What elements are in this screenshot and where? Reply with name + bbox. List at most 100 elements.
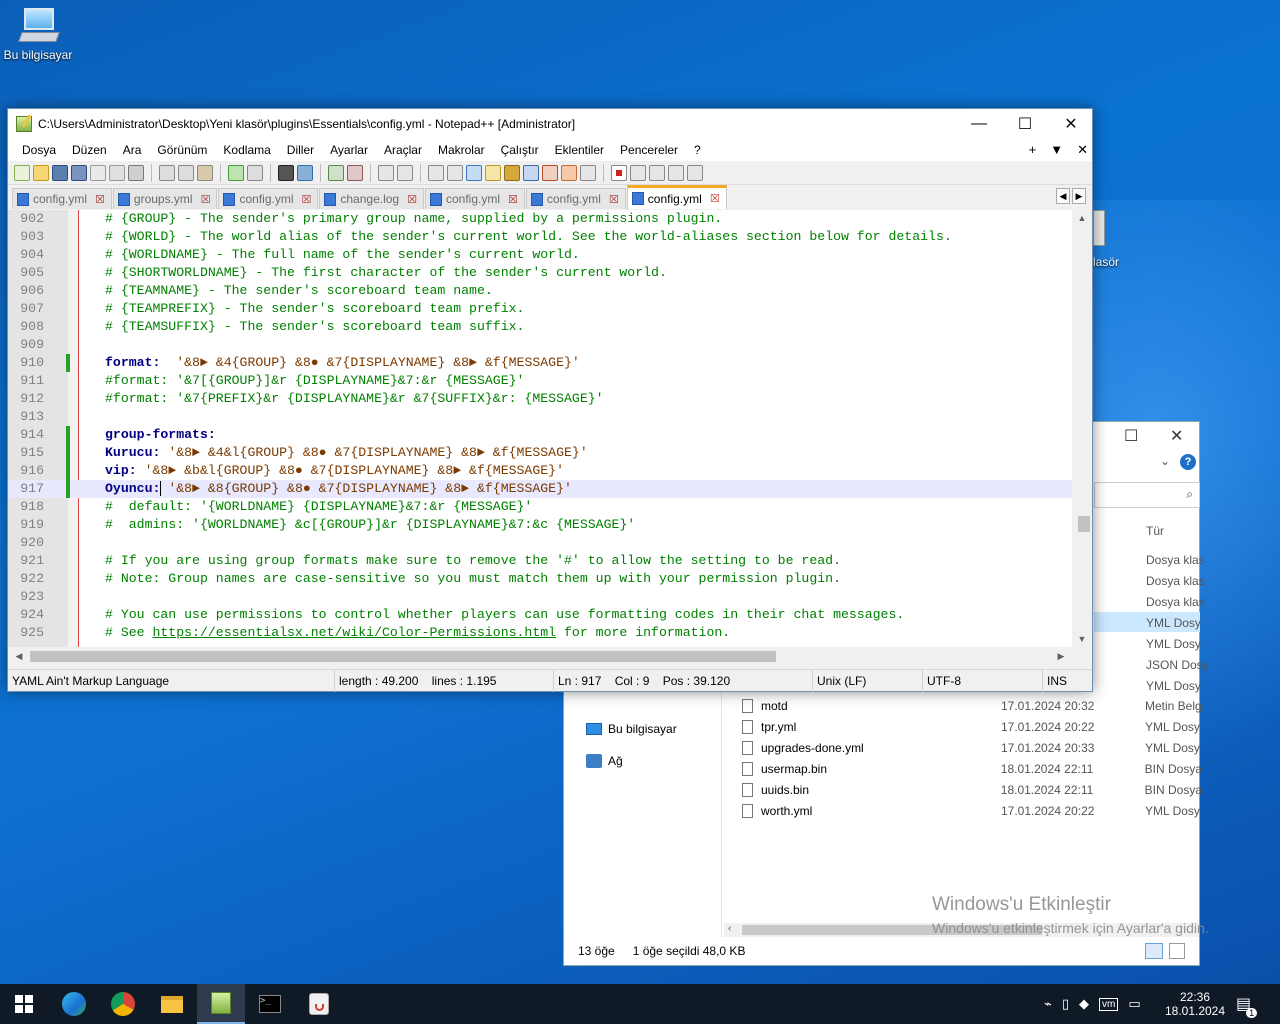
menu-encoding[interactable]: Kodlama — [215, 143, 278, 157]
close-tab-icon[interactable]: ☒ — [302, 193, 312, 206]
print-icon[interactable] — [128, 164, 144, 181]
tab-list-icon[interactable]: ▼ — [1050, 142, 1063, 158]
paste-icon[interactable] — [197, 164, 213, 181]
lang-udl-icon[interactable] — [485, 164, 501, 181]
find-icon[interactable] — [278, 164, 294, 181]
menu-run[interactable]: Çalıştır — [493, 143, 547, 157]
tab-scroll-left-icon[interactable]: ◀ — [1056, 188, 1070, 204]
undo-icon[interactable] — [228, 164, 244, 181]
edge-taskbar-button[interactable] — [50, 984, 98, 1024]
usb-icon[interactable]: ▯ — [1062, 996, 1069, 1012]
tab-config-yml-active[interactable]: config.yml ☒ — [626, 185, 727, 209]
horizontal-scrollbar[interactable]: ◀ ▶ — [8, 647, 1092, 665]
code-line[interactable]: 903 # {WORLD} - The world alias of the se… — [8, 228, 1072, 246]
folder-icon[interactable] — [1093, 210, 1105, 246]
tab-config-yml[interactable]: config.yml ☒ — [424, 188, 525, 209]
chrome-taskbar-button[interactable] — [99, 984, 147, 1024]
nav-item-network[interactable]: Ağ — [586, 754, 623, 768]
new-file-icon[interactable] — [14, 164, 30, 181]
scroll-up-icon[interactable]: ▲ — [1072, 210, 1092, 226]
sync-vertical-icon[interactable] — [378, 164, 394, 181]
new-tab-icon[interactable]: + — [1029, 142, 1037, 158]
record-macro-icon[interactable] — [611, 164, 627, 181]
menu-window[interactable]: Pencereler — [612, 143, 686, 157]
folder-workspace-icon[interactable] — [542, 164, 558, 181]
list-item[interactable]: motd 17.01.2024 20:32 Metin Belg — [742, 695, 1202, 716]
open-file-icon[interactable] — [33, 164, 49, 181]
list-item[interactable]: usermap.bin 18.01.2024 22:11 BIN Dosya — [742, 758, 1202, 779]
menu-tools[interactable]: Araçlar — [376, 143, 430, 157]
stop-macro-icon[interactable] — [630, 164, 646, 181]
save-all-icon[interactable] — [71, 164, 87, 181]
cut-icon[interactable] — [159, 164, 175, 181]
vm-tools-icon[interactable]: vm — [1098, 997, 1119, 1011]
close-tab-icon[interactable]: ☒ — [407, 193, 417, 206]
list-item[interactable]: uuids.bin 18.01.2024 22:11 BIN Dosya — [742, 779, 1202, 800]
hyperlink[interactable]: https://essentialsx.net/wiki/Color-Permi… — [152, 625, 556, 640]
save-macro-icon[interactable] — [687, 164, 703, 181]
close-tab-icon[interactable]: ☒ — [95, 193, 105, 206]
notepadpp-window[interactable]: C:\Users\Administrator\Desktop\Yeni klas… — [7, 108, 1093, 692]
doc-map-icon[interactable] — [504, 164, 520, 181]
code-line[interactable]: 917 Oyuncu: '&8► &8{GROUP} &8● &7{DISPLAY… — [8, 480, 1072, 498]
scrollbar-thumb[interactable] — [1078, 516, 1090, 532]
code-editor[interactable]: 902 # {GROUP} - The sender's primary grou… — [8, 210, 1092, 647]
menu-file[interactable]: Dosya — [14, 143, 64, 157]
indent-guide-icon[interactable] — [466, 164, 482, 181]
tab-config-yml[interactable]: config.yml ☒ — [12, 188, 112, 209]
eye-icon[interactable] — [580, 164, 596, 181]
desktop-icon-this-pc[interactable]: Bu bilgisayar — [2, 8, 74, 62]
details-view-icon[interactable] — [1145, 943, 1163, 959]
code-line[interactable]: 925 # See https://essentialsx.net/wiki/Co… — [8, 624, 1072, 642]
code-line[interactable]: 921 # If you are using group formats make… — [8, 552, 1072, 570]
monitoring-icon[interactable] — [561, 164, 577, 181]
code-line[interactable]: 907 # {TEAMPREFIX} - The sender's scorebo… — [8, 300, 1072, 318]
terminal-taskbar-button[interactable]: >_ — [246, 984, 294, 1024]
scroll-left-icon[interactable]: ‹ — [728, 923, 731, 934]
maximize-button[interactable]: ☐ — [1124, 426, 1138, 446]
code-line[interactable]: 920 — [8, 534, 1072, 552]
code-line[interactable]: 913 — [8, 408, 1072, 426]
copy-icon[interactable] — [178, 164, 194, 181]
tab-change-log[interactable]: change.log ☒ — [319, 188, 424, 209]
large-icons-view-icon[interactable] — [1169, 943, 1185, 959]
code-line[interactable]: 924 # You can use permissions to control … — [8, 606, 1072, 624]
scroll-right-icon[interactable]: ▶ — [1052, 647, 1070, 665]
code-line[interactable]: 914 group-formats: — [8, 426, 1072, 444]
maximize-button[interactable]: ☐ — [1002, 109, 1048, 139]
menu-language[interactable]: Diller — [279, 143, 322, 157]
zoom-out-icon[interactable] — [347, 164, 363, 181]
list-item[interactable]: tpr.yml 17.01.2024 20:22 YML Dosy — [742, 716, 1202, 737]
display-icon[interactable]: ▭ — [1128, 996, 1140, 1012]
close-tab-icon[interactable]: ☒ — [710, 192, 720, 205]
code-line[interactable]: 912 #format: '&7{PREFIX}&r {DISPLAYNAME}&… — [8, 390, 1072, 408]
menu-settings[interactable]: Ayarlar — [322, 143, 376, 157]
menu-search[interactable]: Ara — [115, 143, 150, 157]
scroll-down-icon[interactable]: ▼ — [1072, 631, 1092, 647]
minimize-button[interactable]: — — [956, 109, 1002, 139]
save-icon[interactable] — [52, 164, 68, 181]
menu-edit[interactable]: Düzen — [64, 143, 115, 157]
code-line[interactable]: 902 # {GROUP} - The sender's primary grou… — [8, 210, 1072, 228]
tab-config-yml[interactable]: config.yml ☒ — [525, 188, 626, 209]
vertical-scrollbar[interactable]: ▲ ▼ — [1072, 210, 1092, 647]
list-item[interactable]: worth.yml 17.01.2024 20:22 YML Dosy — [742, 800, 1202, 821]
code-line[interactable]: 916 vip: '&8► &b&l{GROUP} &8● &7{DISPLAYN… — [8, 462, 1072, 480]
nav-item-this-pc[interactable]: Bu bilgisayar — [586, 722, 677, 736]
close-tab-icon[interactable]: ☒ — [609, 193, 619, 206]
notification-button[interactable]: ▤ 1 — [1236, 984, 1258, 1024]
explorer-taskbar-button[interactable] — [148, 984, 196, 1024]
replace-icon[interactable] — [297, 164, 313, 181]
close-tab-icon[interactable]: ☒ — [508, 193, 518, 206]
code-line[interactable]: 922 # Note: Group names are case-sensitiv… — [8, 570, 1072, 588]
notepadpp-titlebar[interactable]: C:\Users\Administrator\Desktop\Yeni klas… — [8, 109, 1092, 139]
close-doc-icon[interactable]: ✕ — [1077, 142, 1088, 158]
run-macro-multiple-icon[interactable] — [668, 164, 684, 181]
function-list-icon[interactable] — [523, 164, 539, 181]
code-line[interactable]: 906 # {TEAMNAME} - The sender's scoreboar… — [8, 282, 1072, 300]
code-line[interactable]: 910 format: '&8► &4{GROUP} &8● &7{DISPLAY… — [8, 354, 1072, 372]
close-button[interactable]: ✕ — [1048, 109, 1094, 139]
list-item[interactable]: upgrades-done.yml 17.01.2024 20:33 YML D… — [742, 737, 1202, 758]
code-line[interactable]: 904 # {WORLDNAME} - The full name of the … — [8, 246, 1072, 264]
code-line[interactable]: 915 Kurucu: '&8► &4&l{GROUP} &8● &7{DISPL… — [8, 444, 1072, 462]
